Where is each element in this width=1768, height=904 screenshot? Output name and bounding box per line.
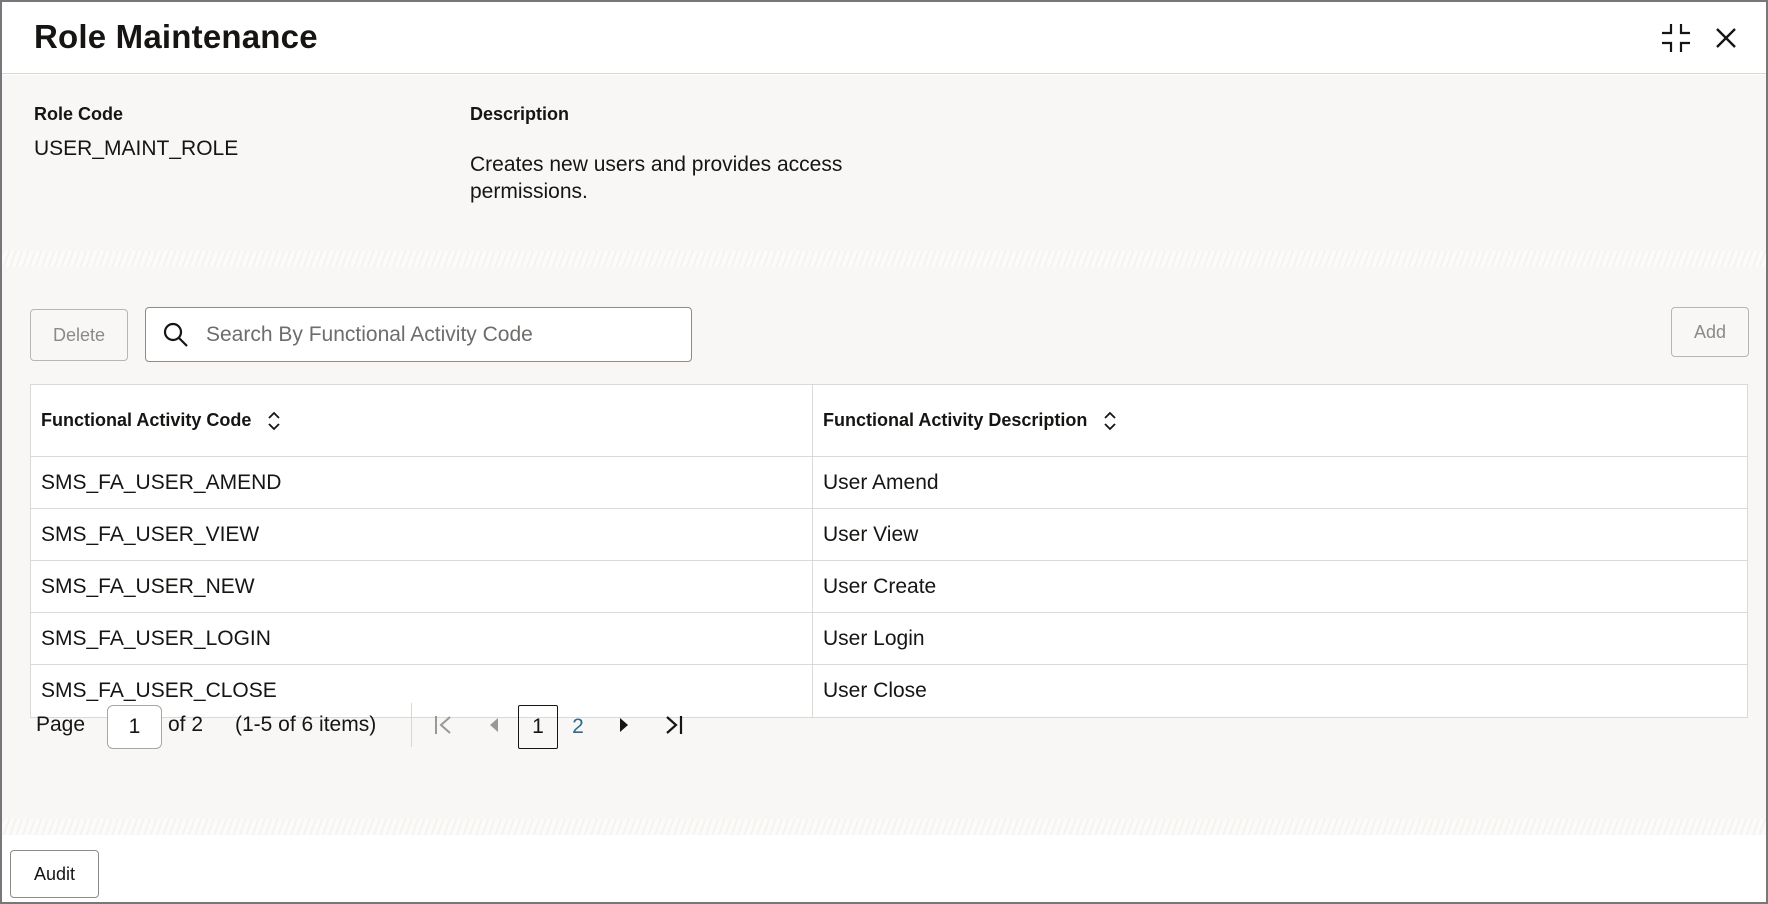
- title-bar: Role Maintenance: [2, 2, 1766, 74]
- decorative-band: [2, 251, 1766, 267]
- page-range-text: (1-5 of 6 items): [235, 713, 377, 736]
- page-title: Role Maintenance: [34, 18, 318, 55]
- column-header-description[interactable]: Functional Activity Description: [813, 385, 1747, 456]
- previous-page-icon[interactable]: [482, 713, 506, 737]
- close-icon[interactable]: [1708, 20, 1744, 56]
- role-code-value: USER_MAINT_ROLE: [34, 137, 239, 160]
- page-count-label: of 2: [168, 713, 204, 736]
- add-button[interactable]: Add: [1671, 307, 1749, 357]
- page-number-input[interactable]: [107, 705, 162, 749]
- audit-button[interactable]: Audit: [10, 850, 99, 898]
- activity-code-cell: SMS_FA_USER_NEW: [31, 561, 813, 612]
- delete-button[interactable]: Delete: [30, 309, 128, 361]
- role-details-section: Role Code USER_MAINT_ROLE Description Cr…: [2, 75, 1766, 251]
- table-row[interactable]: SMS_FA_USER_NEW User Create: [31, 561, 1747, 613]
- table-row[interactable]: SMS_FA_USER_VIEW User View: [31, 509, 1747, 561]
- page-label: Page: [36, 713, 86, 736]
- column-header-label: Functional Activity Code: [41, 410, 252, 430]
- column-header-label: Functional Activity Description: [823, 410, 1088, 430]
- activity-code-cell: SMS_FA_USER_VIEW: [31, 509, 813, 560]
- role-code-label: Role Code: [34, 104, 124, 124]
- search-input[interactable]: [206, 308, 686, 361]
- pagination: Page of 2 (1-5 of 6 items) 1 2: [2, 695, 762, 755]
- sort-icon[interactable]: [267, 411, 281, 431]
- activity-code-cell: SMS_FA_USER_AMEND: [31, 457, 813, 508]
- functional-activity-table: Functional Activity Code Functional Acti…: [30, 384, 1748, 718]
- table-row[interactable]: SMS_FA_USER_AMEND User Amend: [31, 457, 1747, 509]
- description-value-line2: permissions.: [470, 180, 588, 203]
- pager-divider: [411, 703, 412, 747]
- functional-activity-section: Delete Add Functional Activity Code: [2, 267, 1766, 819]
- table-row[interactable]: SMS_FA_USER_LOGIN User Login: [31, 613, 1747, 665]
- activity-description-cell: User Amend: [823, 470, 939, 494]
- sort-icon[interactable]: [1103, 411, 1117, 431]
- last-page-icon[interactable]: [662, 713, 686, 737]
- first-page-icon[interactable]: [432, 713, 456, 737]
- activity-description-cell: User Create: [823, 574, 937, 598]
- activity-description-cell: User View: [823, 522, 919, 546]
- search-field[interactable]: [145, 307, 692, 362]
- activity-description-cell: User Login: [823, 626, 925, 650]
- table-header: Functional Activity Code Functional Acti…: [31, 385, 1747, 457]
- activity-description-cell: User Close: [823, 679, 927, 702]
- next-page-icon[interactable]: [612, 713, 636, 737]
- page-button-current[interactable]: 1: [518, 705, 558, 749]
- description-value-line1: Creates new users and provides access: [470, 153, 843, 176]
- activity-code-cell: SMS_FA_USER_LOGIN: [31, 613, 813, 664]
- role-maintenance-window: Role Maintenance Role Code USER_MAINT_RO…: [0, 0, 1768, 904]
- description-label: Description: [470, 104, 570, 124]
- page-button[interactable]: 2: [566, 705, 590, 749]
- search-icon: [162, 321, 190, 354]
- decorative-band: [2, 819, 1766, 835]
- minimize-arrows-icon[interactable]: [1658, 20, 1694, 56]
- column-header-code[interactable]: Functional Activity Code: [31, 385, 813, 456]
